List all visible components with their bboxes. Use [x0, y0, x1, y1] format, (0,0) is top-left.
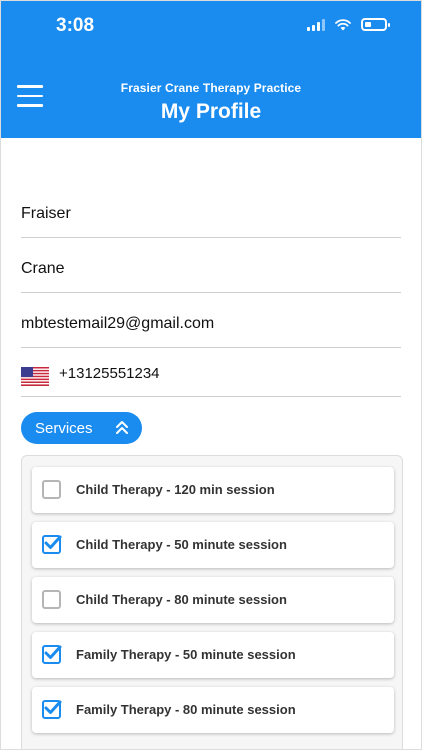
chevron-double-up-icon [116, 421, 128, 434]
checkbox-checked-icon[interactable] [42, 535, 62, 554]
checkbox-unchecked-icon[interactable] [42, 590, 61, 609]
status-time: 3:08 [56, 15, 95, 36]
service-item[interactable]: Child Therapy - 80 minute session [32, 577, 394, 623]
service-label: Family Therapy - 50 minute session [76, 647, 296, 662]
app-screen: 3:08 Frasier Crane Therapy Practice My P… [0, 0, 422, 750]
last-name-field[interactable]: Crane [21, 251, 401, 293]
checkbox-checked-icon[interactable] [42, 645, 62, 664]
first-name-value: Fraiser [21, 205, 71, 222]
phone-field[interactable]: +13125551234 [21, 356, 401, 397]
service-item[interactable]: Family Therapy - 80 minute session [32, 687, 394, 733]
wifi-icon [335, 18, 351, 30]
signal-icon [307, 18, 325, 31]
services-label: Services [35, 419, 93, 437]
service-label: Child Therapy - 50 minute session [76, 537, 287, 552]
service-label: Child Therapy - 120 min session [76, 482, 275, 497]
email-field[interactable]: mbtestemail29@gmail.com [21, 306, 401, 348]
last-name-value: Crane [21, 260, 65, 277]
status-icons [307, 18, 390, 31]
checkbox-unchecked-icon[interactable] [42, 480, 61, 499]
phone-value: +13125551234 [59, 365, 160, 382]
service-label: Family Therapy - 80 minute session [76, 702, 296, 717]
service-item[interactable]: Child Therapy - 50 minute session [32, 522, 394, 568]
app-header: 3:08 Frasier Crane Therapy Practice My P… [1, 1, 421, 138]
service-item[interactable]: Family Therapy - 50 minute session [32, 632, 394, 678]
practice-name: Frasier Crane Therapy Practice [120, 81, 302, 95]
page-title: My Profile [160, 100, 262, 123]
us-flag-icon[interactable] [21, 367, 49, 386]
battery-icon [361, 18, 390, 31]
first-name-field[interactable]: Fraiser [21, 196, 401, 238]
checkbox-checked-icon[interactable] [42, 700, 62, 719]
service-label: Child Therapy - 80 minute session [76, 592, 287, 607]
services-list: Child Therapy - 120 min session Child The… [21, 455, 403, 749]
service-item[interactable]: Child Therapy - 120 min session [32, 467, 394, 513]
battery-level [365, 22, 371, 27]
services-toggle-button[interactable]: Services [21, 412, 142, 444]
email-value: mbtestemail29@gmail.com [21, 315, 215, 332]
